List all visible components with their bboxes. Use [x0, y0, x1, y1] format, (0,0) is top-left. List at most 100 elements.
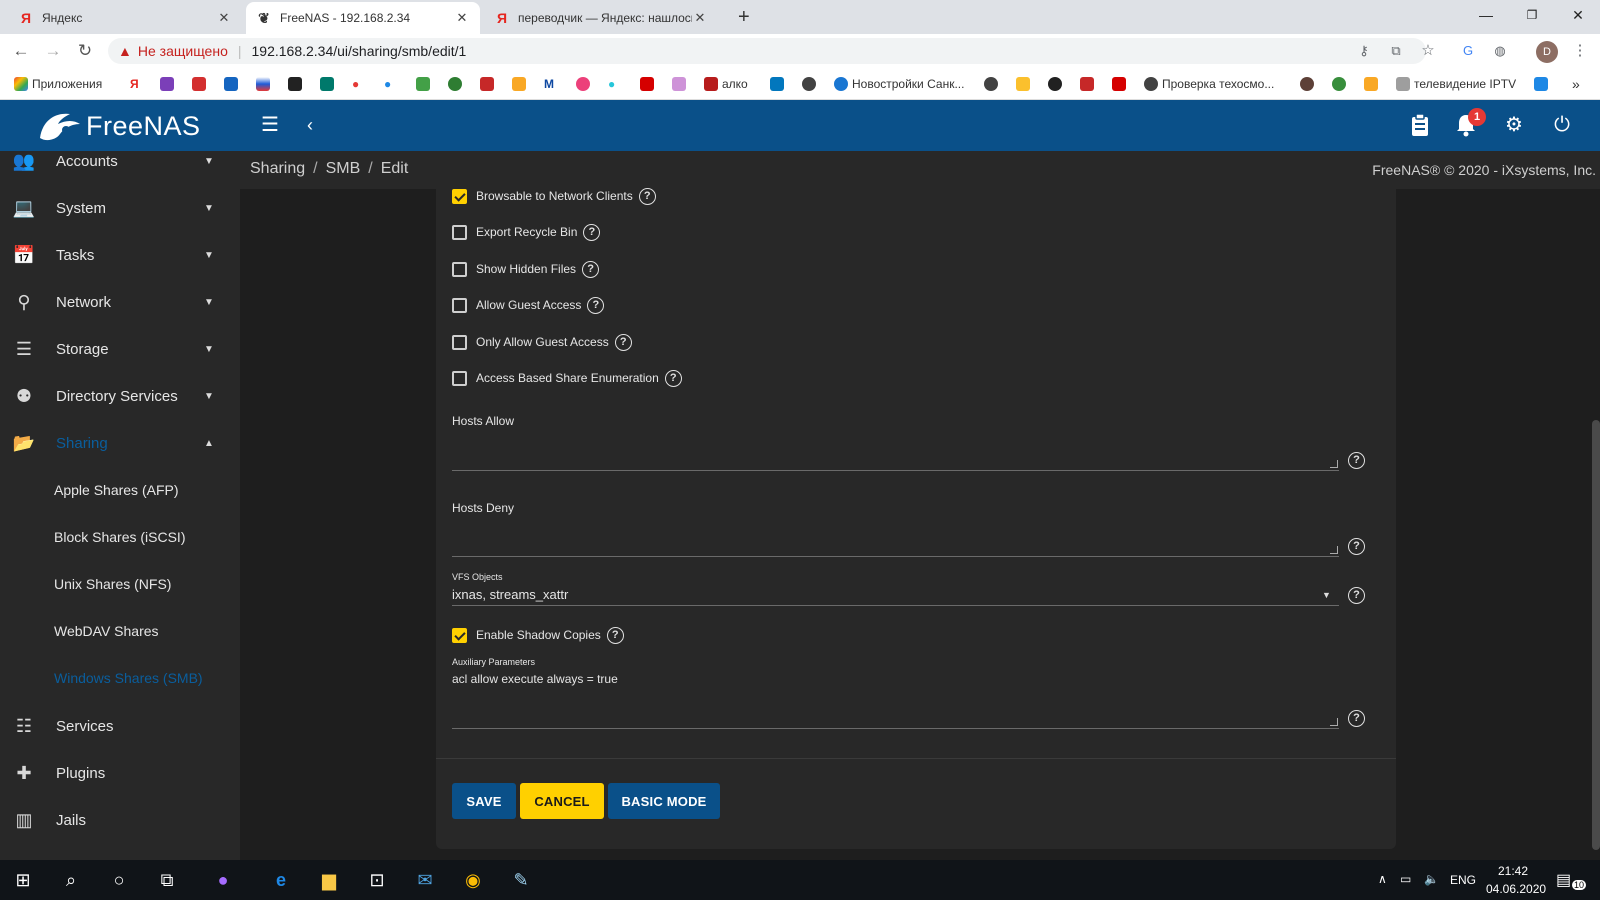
paint-icon[interactable]: ✎ [508, 868, 534, 892]
bookmark-icon-9[interactable] [480, 76, 498, 92]
minimize-icon[interactable]: — [1466, 4, 1506, 26]
help-icon[interactable]: ? [582, 260, 600, 278]
bookmark-icon-20[interactable] [1300, 76, 1318, 92]
help-icon[interactable]: ? [1348, 452, 1365, 469]
bookmark-icon-2[interactable] [192, 76, 210, 92]
sidebar-item-jails[interactable]: ▥ Jails [0, 800, 240, 840]
map-pin-icon[interactable]: ● [608, 76, 615, 92]
task-view-icon[interactable]: ⧉ [154, 868, 180, 892]
network-status-icon[interactable]: ▭ [1400, 872, 1411, 886]
mail-icon[interactable]: ✉ [412, 868, 438, 892]
bookmark-icon-12[interactable] [672, 76, 690, 92]
reload-icon[interactable]: ↻ [76, 42, 94, 60]
checkbox-only-allow-guest[interactable]: Only Allow Guest Access ? [452, 332, 632, 352]
checkbox[interactable] [452, 188, 467, 204]
sidebar-subitem-afp[interactable]: Apple Shares (AFP) [54, 482, 179, 498]
breadcrumb-smb[interactable]: SMB [326, 160, 361, 177]
browser-tab-translator[interactable]: Я переводчик — Яндекс: нашлось ✕ [484, 2, 718, 34]
alice-icon[interactable]: ● [210, 868, 236, 892]
save-button[interactable]: SAVE [452, 783, 516, 819]
bookmark-icon-4[interactable] [256, 76, 274, 92]
power-icon[interactable]: ⏻ [1550, 113, 1574, 137]
close-window-icon[interactable]: ✕ [1558, 4, 1598, 26]
bookmark-icon-b[interactable] [640, 76, 658, 92]
resize-handle-icon[interactable] [1330, 718, 1338, 726]
url-field[interactable]: ▲ Не защищено | 192.168.2.34/ui/sharing/… [108, 38, 1426, 64]
key-icon[interactable]: ⚷ [1356, 43, 1372, 59]
checkbox[interactable] [452, 370, 467, 386]
checkbox-browsable[interactable]: Browsable to Network Clients ? [452, 186, 656, 206]
help-icon[interactable]: ? [614, 333, 632, 351]
windows-start-icon[interactable]: ⊞ [10, 868, 36, 892]
checkbox-show-hidden-files[interactable]: Show Hidden Files ? [452, 259, 600, 279]
help-icon[interactable]: ? [583, 223, 601, 241]
bookmark-tehosmotr[interactable]: Проверка техосмо... [1144, 76, 1274, 92]
volume-icon[interactable]: 🔈 [1424, 872, 1439, 886]
bookmark-alko[interactable]: алко [704, 76, 748, 92]
gear-icon[interactable]: ⚙ [1502, 113, 1526, 137]
bookmark-icon-1[interactable] [160, 76, 178, 92]
help-icon[interactable]: ? [1348, 538, 1365, 555]
checkbox[interactable] [452, 297, 467, 313]
sidebar-item-tasks[interactable]: 📅 Tasks ▼ [0, 235, 240, 275]
freenas-logo[interactable]: FreeNAS [36, 108, 201, 144]
profile-avatar[interactable]: D [1536, 41, 1558, 63]
clock-time[interactable]: 21:42 [1498, 864, 1528, 878]
bookmark-icon-23[interactable] [1534, 76, 1552, 92]
new-tab-button[interactable]: + [738, 6, 750, 29]
checkbox[interactable] [452, 627, 467, 643]
browser-tab-freenas[interactable]: ❦ FreeNAS - 192.168.2.34 ✕ [246, 2, 480, 34]
resize-handle-icon[interactable] [1330, 546, 1338, 554]
close-icon[interactable]: ✕ [692, 10, 708, 26]
bookmark-novostroyki[interactable]: Новостройки Санк... [834, 76, 964, 92]
sidebar-item-system[interactable]: 💻 System ▼ [0, 188, 240, 228]
bookmark-icon-m[interactable]: M [544, 76, 554, 92]
checkbox[interactable] [452, 261, 467, 277]
bookmark-yandex-icon[interactable]: Я [130, 76, 139, 92]
bookmark-icon-10[interactable] [512, 76, 530, 92]
bookmark-icon-21[interactable] [1332, 76, 1350, 92]
checkbox-access-based-enum[interactable]: Access Based Share Enumeration ? [452, 368, 682, 388]
bookmark-icon-16[interactable] [1016, 76, 1034, 92]
star-icon[interactable]: ☆ [1420, 43, 1436, 59]
bookmark-icon-11[interactable] [576, 76, 594, 92]
sidebar-item-sharing[interactable]: 📂 Sharing ▲ [0, 423, 240, 463]
resize-handle-icon[interactable] [1330, 460, 1338, 468]
bookmark-icon-22[interactable] [1364, 76, 1382, 92]
bookmark-iptv[interactable]: телевидение IPTV [1396, 76, 1516, 92]
url-text[interactable]: 192.168.2.34/ui/sharing/smb/edit/1 [252, 43, 467, 59]
cancel-button[interactable]: CANCEL [520, 783, 604, 819]
bookmark-icon-5[interactable] [288, 76, 306, 92]
browser-tab-yandex[interactable]: Я Яндекс ✕ [8, 2, 242, 34]
clipboard-icon[interactable] [1408, 113, 1432, 137]
bookmark-icon-7[interactable] [416, 76, 434, 92]
sidebar-subitem-iscsi[interactable]: Block Shares (iSCSI) [54, 529, 185, 545]
bookmark-icon-17[interactable] [1048, 76, 1066, 92]
sidebar-item-storage[interactable]: ☰ Storage ▼ [0, 329, 240, 369]
breadcrumb-sharing[interactable]: Sharing [250, 160, 305, 177]
more-bookmarks-icon[interactable]: » [1572, 76, 1580, 92]
back-icon[interactable]: ← [12, 42, 30, 60]
bookmark-icon-14[interactable] [802, 76, 820, 92]
restore-icon[interactable]: ❐ [1512, 4, 1552, 26]
checkbox[interactable] [452, 224, 467, 240]
bookmark-icon-13[interactable] [770, 76, 788, 92]
close-icon[interactable]: ✕ [454, 10, 470, 26]
sidebar-subitem-smb[interactable]: Windows Shares (SMB) [54, 670, 203, 686]
search-icon[interactable]: ⌕ [58, 868, 84, 892]
bookmark-icon-6[interactable] [320, 76, 338, 92]
close-icon[interactable]: ✕ [216, 10, 232, 26]
help-icon[interactable]: ? [1348, 710, 1365, 727]
cortana-icon[interactable]: ○ [106, 868, 132, 892]
sidebar-item-services[interactable]: ☷ Services [0, 706, 240, 746]
translate-icon[interactable]: ⧉ [1388, 43, 1404, 59]
sidebar-item-plugins[interactable]: ✚ Plugins [0, 753, 240, 793]
help-icon[interactable]: ? [606, 626, 624, 644]
google-translate-icon[interactable]: G [1460, 43, 1476, 59]
chevron-left-icon[interactable]: ‹ [298, 113, 322, 137]
store-icon[interactable]: ⊡ [364, 868, 390, 892]
chevron-up-icon[interactable]: ∧ [1378, 872, 1387, 886]
dropdown-arrow-icon[interactable]: ▼ [1322, 590, 1331, 600]
forward-icon[interactable]: → [44, 42, 62, 60]
chrome-icon[interactable]: ◉ [460, 868, 486, 892]
